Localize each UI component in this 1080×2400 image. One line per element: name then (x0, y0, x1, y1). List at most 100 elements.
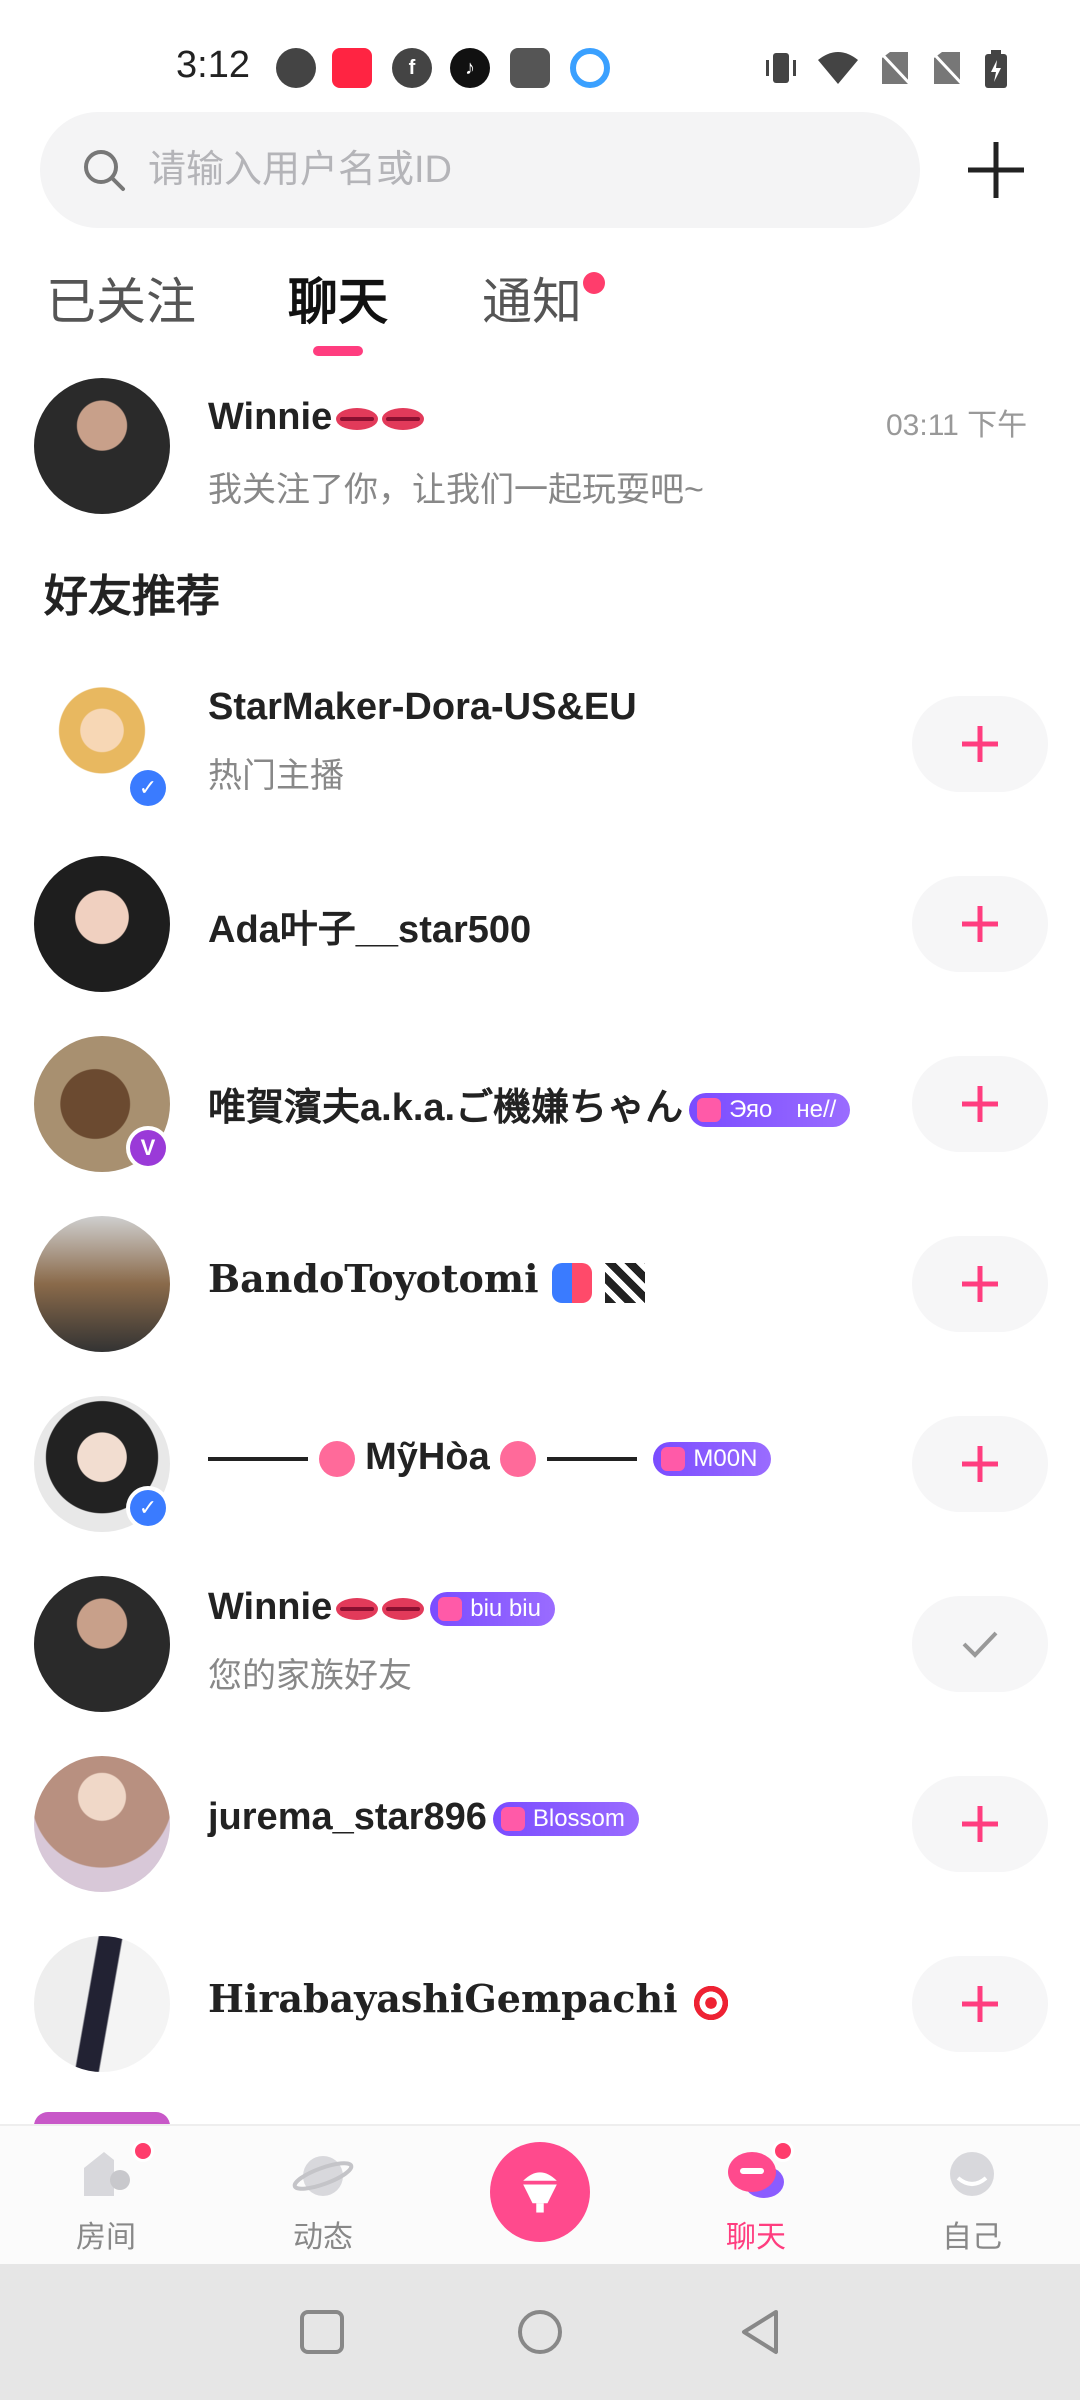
check-icon (962, 1631, 998, 1658)
battery-icon (984, 50, 1008, 88)
search-input[interactable] (148, 112, 888, 228)
target-emoji-icon (690, 1982, 731, 2023)
follow-button[interactable] (912, 1776, 1048, 1872)
follow-button[interactable] (912, 696, 1048, 792)
followed-button[interactable] (912, 1596, 1048, 1692)
plus-icon (962, 1806, 998, 1842)
home-icon[interactable] (514, 2306, 566, 2358)
tab-following[interactable]: 已关注 (46, 262, 196, 334)
wallet-icon (510, 48, 550, 88)
plus-icon (962, 906, 998, 942)
tab-notifications[interactable]: 通知 (482, 262, 582, 334)
family-badge: biu biu (430, 1591, 555, 1626)
follow-button[interactable] (912, 1056, 1048, 1152)
nav-label: 自己 (942, 2221, 1002, 2254)
nav-moments[interactable]: 动态 (243, 2126, 403, 2266)
user-name: MỹHòa M00N (208, 1436, 772, 1479)
nav-label: 房间 (76, 2221, 136, 2254)
user-name: HirabayashiGempachi (208, 1976, 731, 2023)
user-name-text: BandoToyotomi (208, 1256, 539, 1301)
lips-emoji-icon (336, 407, 379, 430)
tiktok-icon: ♪ (450, 48, 490, 88)
chat-name: Winnie (208, 396, 425, 439)
facebook-icon: f (392, 48, 432, 88)
user-name-text: HirabayashiGempachi (208, 1976, 678, 2021)
nav-label: 聊天 (726, 2221, 786, 2254)
no-sim-icon-2 (930, 50, 964, 86)
room-icon (84, 2152, 130, 2196)
nav-dot (132, 2140, 154, 2162)
user-name: BandoToyotomi (208, 1256, 645, 1303)
nav-label: 动态 (293, 2221, 353, 2254)
flower-emoji-icon (500, 1440, 537, 1477)
avatar[interactable] (34, 1216, 170, 1352)
search-bar[interactable] (40, 112, 920, 228)
user-name: 唯賀濱夫a.k.a.ご機嫌ちゃん Эяо не// (208, 1076, 851, 1131)
plus-icon (962, 1446, 998, 1482)
family-badge: M00N (653, 1441, 772, 1476)
plus-icon (962, 726, 998, 762)
nav-room[interactable]: 房间 (26, 2126, 186, 2266)
plus-icon (962, 1086, 998, 1122)
chat-name-text: Winnie (208, 396, 333, 438)
decoration-wave-icon (546, 1456, 637, 1461)
family-badge: Эяо не// (689, 1092, 851, 1127)
chat-time: 03:11 下午 (886, 409, 1028, 442)
active-tab-indicator (313, 346, 363, 356)
user-name-text: MỹHòa (365, 1436, 490, 1478)
plus-icon (962, 1986, 998, 2022)
xiaohongshu-icon (332, 48, 372, 88)
user-subtitle: 热门主播 (208, 757, 344, 795)
user-name: Ada叶子__star500 (208, 909, 532, 951)
avatar[interactable] (34, 856, 170, 992)
notification-app-icon (276, 48, 316, 88)
add-icon[interactable] (962, 136, 1030, 204)
avatar[interactable] (34, 1576, 170, 1712)
follow-button[interactable] (912, 1956, 1048, 2052)
follow-button[interactable] (912, 1236, 1048, 1332)
vip-badge-icon: V (126, 1126, 170, 1170)
user-name: Winnie biu biu (208, 1586, 555, 1629)
notification-dot (583, 272, 605, 294)
wifi-icon (816, 50, 860, 86)
nav-chat[interactable]: 聊天 (676, 2126, 836, 2266)
search-icon (84, 150, 125, 191)
recent-apps-icon[interactable] (296, 2306, 348, 2358)
verified-icon: ✓ (126, 1486, 170, 1530)
user-name: StarMaker-Dora-US&EU (208, 686, 637, 728)
decoration-line-icon (208, 1456, 308, 1461)
flower-emoji-icon (318, 1440, 355, 1477)
follow-button[interactable] (912, 876, 1048, 972)
theater-masks-emoji-icon (551, 1262, 592, 1303)
planet-icon (292, 2156, 354, 2196)
lips-emoji-icon (336, 1597, 379, 1620)
avatar[interactable] (34, 378, 170, 514)
user-name: jurema_star896 Blossom (208, 1796, 639, 1839)
nav-profile[interactable]: 自己 (892, 2126, 1052, 2266)
status-bar: 3:12 f ♪ (0, 0, 1080, 120)
user-name-text: Winnie (208, 1586, 333, 1628)
user-name-text: 唯賀濱夫a.k.a.ご機嫌ちゃん (208, 1087, 684, 1129)
nav-dot (772, 2140, 794, 2162)
no-sim-icon (878, 50, 912, 86)
plus-icon (962, 1266, 998, 1302)
clapper-board-emoji-icon (604, 1262, 645, 1303)
avatar[interactable] (34, 1936, 170, 2072)
user-name-text: jurema_star896 (208, 1796, 487, 1838)
system-nav-bar (0, 2264, 1080, 2400)
live-button[interactable] (490, 2142, 590, 2242)
tab-chat[interactable]: 聊天 (288, 262, 388, 334)
follow-button[interactable] (912, 1416, 1048, 1512)
lips-emoji-icon (382, 407, 425, 430)
back-icon[interactable] (734, 2306, 786, 2358)
chat-message: 我关注了你，让我们一起玩耍吧~ (208, 471, 704, 509)
family-badge: Blossom (492, 1801, 639, 1836)
section-title: 好友推荐 (44, 572, 220, 621)
status-time: 3:12 (176, 44, 250, 86)
lips-emoji-icon (382, 1597, 425, 1620)
vibrate-icon (764, 50, 798, 86)
avatar[interactable] (34, 1756, 170, 1892)
profile-icon (950, 2152, 994, 2196)
sync-icon (570, 48, 610, 88)
microphone-icon (523, 2172, 557, 2213)
